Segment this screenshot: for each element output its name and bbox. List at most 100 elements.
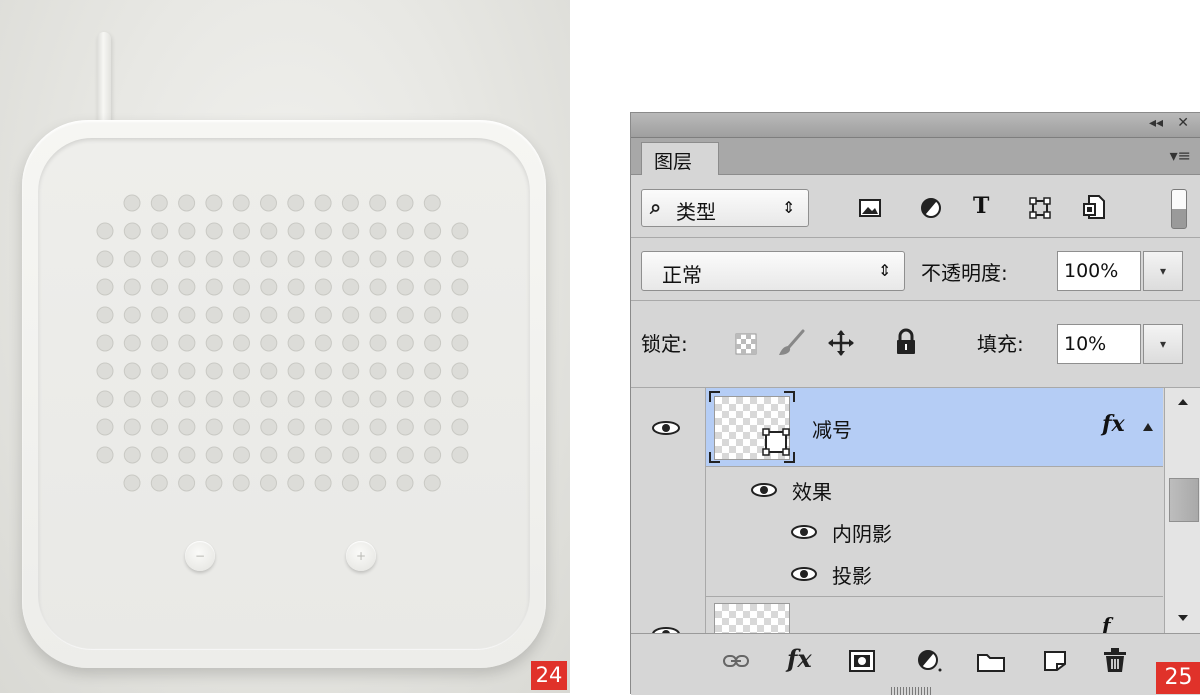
speaker-hole	[287, 306, 305, 324]
speaker-hole	[342, 362, 360, 380]
speaker-hole	[178, 306, 196, 324]
filter-kind-select[interactable]: ⌕ 类型 ⇕	[641, 189, 809, 227]
scroll-down-arrow-icon[interactable]	[1177, 614, 1189, 622]
speaker-hole	[314, 194, 332, 212]
speaker-hole	[396, 306, 414, 324]
speaker-hole	[233, 306, 250, 324]
fx-badge[interactable]: fx	[1102, 411, 1125, 437]
shape-filter-icon[interactable]	[1029, 197, 1051, 219]
lock-row: 锁定: 填充: 10% ▾	[631, 301, 1200, 388]
drop-shadow-eye-icon[interactable]	[790, 566, 818, 582]
scroll-up-arrow-icon[interactable]	[1177, 398, 1189, 406]
fx-icon[interactable]: fx	[787, 644, 812, 673]
lock-all-padlock-icon[interactable]	[895, 328, 917, 356]
speaker-hole	[369, 362, 387, 380]
fill-input[interactable]: 10%	[1057, 324, 1141, 364]
filter-kind-label: 类型	[676, 200, 716, 224]
speaker-hole	[287, 418, 305, 436]
scroll-thumb[interactable]	[1169, 478, 1199, 522]
layer-row-selected[interactable]: 减号 fx	[706, 388, 1163, 467]
inner-shadow-eye-icon[interactable]	[790, 524, 818, 540]
speaker-hole	[150, 194, 168, 212]
opacity-dropdown-button[interactable]: ▾	[1143, 251, 1183, 291]
collapse-icon[interactable]: ◂◂	[1149, 115, 1163, 131]
layer-visibility-eye-icon[interactable]	[651, 420, 681, 436]
speaker-hole	[314, 474, 332, 492]
volume-down-knob: −	[185, 541, 215, 571]
adjustment-icon[interactable]	[917, 649, 943, 673]
filter-toggle-switch[interactable]	[1171, 189, 1187, 229]
tab-layers[interactable]: 图层	[641, 142, 719, 175]
speaker-hole	[96, 306, 114, 324]
speaker-hole	[96, 418, 114, 436]
speaker-hole	[342, 222, 360, 240]
panel-resize-grip[interactable]	[891, 687, 931, 695]
speaker-hole	[260, 474, 277, 492]
lock-transparent-icon[interactable]	[735, 333, 757, 355]
speaker-hole	[369, 194, 387, 212]
speaker-hole	[205, 250, 223, 268]
speaker-hole	[123, 194, 141, 212]
blend-row: 正常 ⇕ 不透明度: 100% ▾	[631, 238, 1200, 301]
speaker-hole	[260, 390, 278, 408]
layer-row-next[interactable]: f	[706, 597, 1163, 633]
speaker-hole	[178, 418, 196, 436]
stepper-icon: ⇕	[878, 261, 892, 280]
fx-badge: f	[1102, 613, 1111, 633]
speaker-hole	[151, 418, 169, 436]
trash-icon[interactable]	[1103, 647, 1127, 673]
effects-eye-icon[interactable]	[750, 482, 778, 498]
speaker-hole	[205, 474, 223, 492]
image-filter-icon[interactable]	[859, 199, 881, 217]
speaker-hole	[369, 278, 387, 296]
speaker-hole	[287, 474, 305, 492]
folder-icon[interactable]	[977, 652, 1005, 672]
speaker-hole	[151, 278, 169, 296]
speaker-hole	[205, 278, 223, 296]
speaker-hole	[233, 446, 250, 464]
layers-scrollbar[interactable]	[1164, 388, 1200, 633]
speaker-hole	[233, 250, 250, 268]
speaker-hole	[341, 474, 359, 492]
speaker-hole	[96, 362, 114, 380]
lock-pixels-brush-icon[interactable]	[777, 329, 805, 357]
smart-object-filter-icon[interactable]	[1083, 195, 1105, 219]
speaker-hole	[342, 278, 360, 296]
mask-icon[interactable]	[849, 650, 875, 672]
speaker-hole	[342, 334, 360, 352]
expand-effects-arrow-icon[interactable]	[1142, 422, 1154, 432]
speaker-hole	[178, 446, 196, 464]
new-layer-icon[interactable]	[1043, 650, 1067, 672]
speaker-hole	[233, 362, 250, 380]
speaker-hole	[233, 334, 250, 352]
speaker-hole	[287, 446, 305, 464]
speaker-hole	[123, 306, 141, 324]
panel-menu-icon[interactable]: ▾≡	[1170, 146, 1191, 165]
fill-dropdown-button[interactable]: ▾	[1143, 324, 1183, 364]
speaker-hole	[342, 446, 360, 464]
lock-position-move-icon[interactable]	[827, 329, 855, 357]
effect-item-drop-shadow[interactable]: 投影	[832, 560, 872, 589]
type-filter-icon[interactable]: T	[973, 193, 989, 219]
opacity-input[interactable]: 100%	[1057, 251, 1141, 291]
speaker-hole	[342, 306, 360, 324]
effects-group: 效果 内阴影 投影	[706, 467, 1163, 597]
close-icon[interactable]: ✕	[1177, 115, 1189, 131]
blend-mode-select[interactable]: 正常 ⇕	[641, 251, 905, 291]
fill-value: 10%	[1064, 333, 1107, 355]
adjustment-filter-icon[interactable]	[920, 197, 942, 219]
speaker-hole	[260, 194, 277, 212]
search-icon: ⌕	[650, 195, 662, 219]
speaker-hole	[396, 222, 414, 240]
speaker-hole	[396, 362, 414, 380]
effect-item-inner-shadow[interactable]: 内阴影	[832, 518, 892, 547]
speaker-hole	[260, 250, 278, 268]
effects-label[interactable]: 效果	[792, 476, 832, 505]
speaker-hole	[314, 306, 332, 324]
layer-name[interactable]: 减号	[812, 414, 852, 443]
layer-visibility-eye-icon[interactable]	[651, 626, 681, 633]
speaker-hole	[151, 446, 169, 464]
speaker-hole	[205, 362, 223, 380]
speaker-hole	[260, 418, 278, 436]
link-icon[interactable]	[723, 654, 749, 668]
